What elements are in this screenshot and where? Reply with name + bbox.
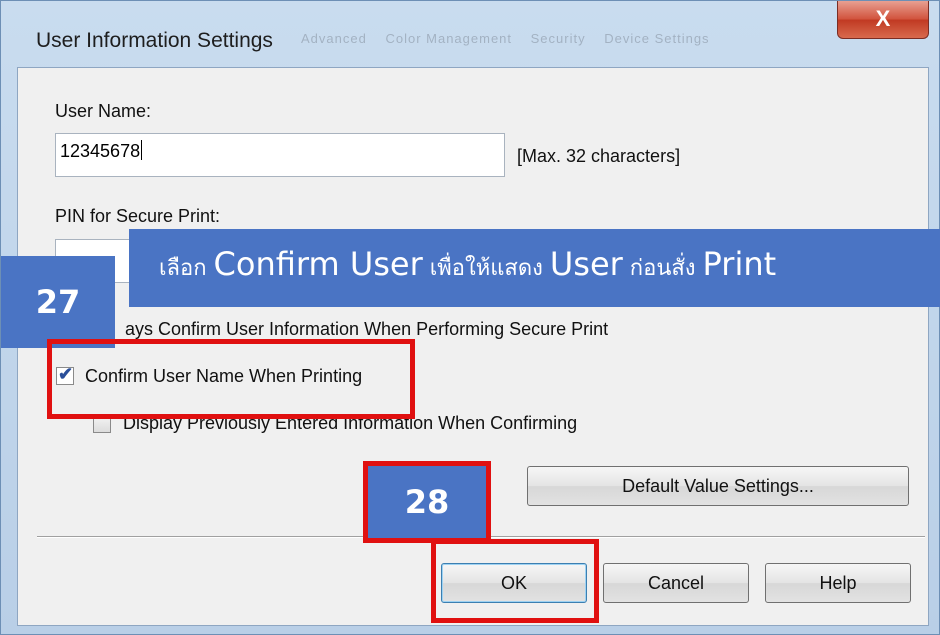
close-button[interactable]: X: [837, 1, 929, 39]
default-value-settings-button[interactable]: Default Value Settings...: [527, 466, 909, 506]
dialog-window: User Information Settings Advanced Color…: [0, 0, 940, 635]
banner-text-5: ก่อนสั่ง: [622, 256, 703, 281]
pin-label: PIN for Secure Print:: [55, 206, 221, 226]
background-tab-device-settings: Device Settings: [604, 31, 710, 46]
always-confirm-label: ays Confirm User Information When Perfor…: [125, 319, 609, 339]
step-badge-28: 28: [368, 466, 486, 538]
banner-text-4: User: [549, 245, 623, 283]
background-tab-security: Security: [530, 31, 586, 46]
title-bar: User Information Settings Advanced Color…: [1, 1, 940, 67]
background-tab-advanced: Advanced: [301, 31, 367, 46]
banner-text-2: Confirm User: [213, 245, 423, 283]
close-icon: X: [875, 6, 891, 31]
highlight-ok-button: [431, 539, 599, 623]
background-tab-color-management: Color Management: [385, 31, 513, 46]
highlight-confirm-user-name: [47, 339, 415, 419]
user-name-value: 12345678: [60, 141, 141, 161]
banner-text-1: เลือก: [159, 256, 214, 281]
instruction-banner: เลือก Confirm User เพื่อให้แสดง User ก่อ…: [129, 229, 940, 307]
help-button[interactable]: Help: [765, 563, 911, 603]
banner-text-3: เพื่อให้แสดง: [422, 256, 550, 281]
user-name-label: User Name:: [55, 101, 152, 121]
user-name-hint: [Max. 32 characters]: [517, 146, 681, 166]
dialog-title: User Information Settings: [36, 29, 273, 52]
text-caret: [141, 140, 143, 160]
cancel-button[interactable]: Cancel: [603, 563, 749, 603]
step-badge-27: 27: [1, 256, 115, 348]
background-tabs: Advanced Color Management Security Devic…: [301, 31, 724, 46]
banner-text-6: Print: [702, 245, 777, 283]
user-name-input[interactable]: 12345678: [55, 133, 505, 177]
